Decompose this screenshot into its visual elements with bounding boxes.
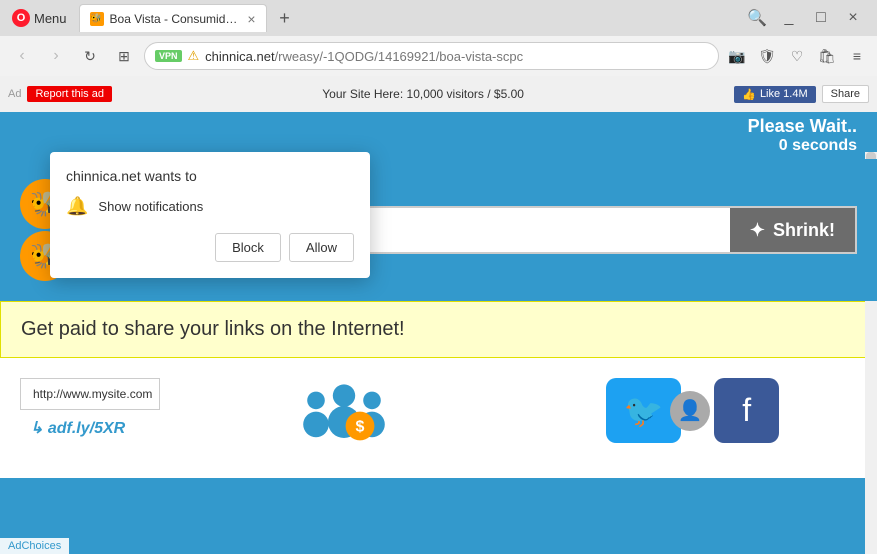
menu-label: Menu — [34, 11, 67, 26]
facebook-icon: f — [714, 378, 779, 443]
fb-thumb-icon: 👍 — [742, 88, 756, 101]
shrink-label: Shrink! — [773, 220, 835, 241]
popup-notification-text: Show notifications — [98, 199, 203, 214]
wait-text: Please Wait.. — [748, 116, 857, 137]
tab-close-button[interactable]: × — [247, 11, 255, 27]
vpn-badge: VPN — [155, 50, 182, 62]
forward-button[interactable]: › — [42, 42, 70, 70]
tab-title: Boa Vista - Consumid… — [110, 12, 238, 26]
adfly-page: Ad Report this ad Your Site Here: 10,000… — [0, 76, 877, 554]
bottom-area: http://www.mysite.com ↳ adf.ly/5XR — [0, 358, 877, 478]
address-text: chinnica.net/rweasy/-1QODG/14169921/boa-… — [205, 49, 708, 64]
browser-content: Ad Report this ad Your Site Here: 10,000… — [0, 76, 877, 554]
popup-title: chinnica.net wants to — [66, 168, 354, 184]
tab-bar: O Menu 🐝 Boa Vista - Consumid… × + 🔍 _ □… — [0, 0, 877, 36]
tab-favicon-bee: 🐝 — [90, 12, 104, 26]
security-icon: ⚠ — [188, 48, 200, 64]
top-ad-bar: Ad Report this ad Your Site Here: 10,000… — [0, 76, 877, 112]
maximize-button[interactable]: □ — [809, 6, 833, 30]
report-ad-button[interactable]: Report this ad — [27, 86, 111, 102]
share-button[interactable]: Share — [822, 85, 869, 103]
site-example-box: http://www.mysite.com — [20, 378, 160, 410]
person-overlay-icon: 👤 — [670, 391, 710, 431]
address-input[interactable]: VPN ⚠ chinnica.net/rweasy/-1QODG/1416992… — [144, 42, 719, 70]
site-example-col: http://www.mysite.com ↳ adf.ly/5XR — [20, 378, 160, 438]
popup-buttons: Block Allow — [66, 233, 354, 262]
fb-like-button[interactable]: 👍 Like 1.4M — [734, 86, 815, 103]
shrink-button[interactable]: ✦ Shrink! — [730, 208, 855, 252]
browser-menu-icon[interactable]: ≡ — [845, 44, 869, 68]
notification-popup: chinnica.net wants to 🔔 Show notificatio… — [50, 152, 370, 278]
bag-icon[interactable]: 🛍 — [815, 44, 839, 68]
search-button[interactable]: 🔍 — [745, 6, 769, 30]
browser-right-icons: 📷 🛡 ♡ 🛍 ≡ — [725, 44, 869, 68]
shrink-icon: ✦ — [750, 220, 765, 241]
popup-row: 🔔 Show notifications — [66, 196, 354, 217]
camera-icon[interactable]: 📷 — [725, 44, 749, 68]
new-tab-button[interactable]: + — [271, 4, 299, 32]
opera-menu[interactable]: O Menu — [4, 4, 75, 32]
browser-chrome: O Menu 🐝 Boa Vista - Consumid… × + 🔍 _ □… — [0, 0, 877, 76]
adchoices-label: AdChoices — [8, 540, 61, 552]
window-controls: 🔍 _ □ × — [737, 6, 873, 30]
allow-button[interactable]: Allow — [289, 233, 354, 262]
wait-text-block: Please Wait.. 0 seconds — [748, 116, 857, 155]
close-button[interactable]: × — [841, 6, 865, 30]
block-button[interactable]: Block — [215, 233, 281, 262]
active-tab[interactable]: 🐝 Boa Vista - Consumid… × — [79, 4, 267, 32]
wait-seconds: 0 seconds — [748, 137, 857, 155]
ad-label: Ad — [8, 88, 21, 100]
people-icon-col: $ — [180, 378, 509, 458]
people-icon: $ — [294, 378, 394, 458]
fb-like-label: Like 1.4M — [760, 88, 808, 100]
adchoices-bar[interactable]: AdChoices — [0, 538, 69, 554]
shield-icon[interactable]: 🛡 — [755, 44, 779, 68]
bell-icon: 🔔 — [66, 196, 88, 217]
address-path: /rweasy/-1QODG/14169921/boa-vista-scpc — [275, 49, 524, 64]
site-example-text: http://www.mysite.com — [33, 387, 152, 401]
back-button[interactable]: ‹ — [8, 42, 36, 70]
arrow-link: ↳ adf.ly/5XR — [30, 418, 160, 438]
address-host: chinnica.net — [205, 49, 274, 64]
address-bar: ‹ › ↻ ⊞ VPN ⚠ chinnica.net/rweasy/-1QODG… — [0, 36, 877, 76]
svg-text:$: $ — [356, 419, 365, 436]
promo-bar: Get paid to share your links on the Inte… — [0, 301, 877, 358]
reload-button[interactable]: ↻ — [76, 42, 104, 70]
heart-icon[interactable]: ♡ — [785, 44, 809, 68]
opera-icon: O — [12, 9, 30, 27]
extensions-button[interactable]: ⊞ — [110, 42, 138, 70]
promo-text: Get paid to share your links on the Inte… — [21, 318, 405, 340]
social-icons-col: 🐦 👤 f — [529, 378, 858, 443]
your-site-text: Your Site Here: 10,000 visitors / $5.00 — [118, 87, 728, 101]
minimize-button[interactable]: _ — [777, 6, 801, 30]
